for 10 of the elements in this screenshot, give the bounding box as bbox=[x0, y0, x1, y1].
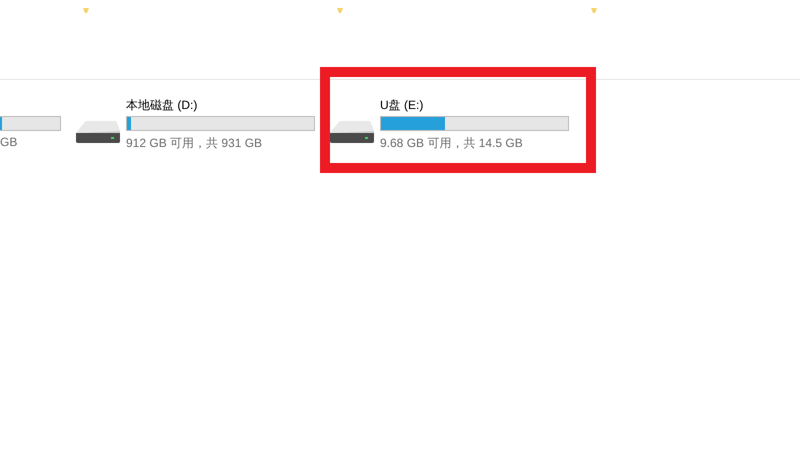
drive-name: 本地磁盘 (D:) bbox=[126, 97, 198, 114]
folder-icon[interactable] bbox=[591, 8, 597, 13]
drive-name: U盘 (E:) bbox=[380, 97, 424, 114]
drive-icon[interactable] bbox=[330, 119, 374, 145]
free-space-text: GB bbox=[0, 135, 18, 149]
folder-icon[interactable] bbox=[337, 8, 343, 13]
free-space-text: 912 GB 可用，共 931 GB bbox=[126, 135, 264, 152]
free-space-text: 9.68 GB 可用，共 14.5 GB bbox=[380, 135, 524, 152]
folder-icon[interactable] bbox=[83, 8, 89, 13]
drive-icon[interactable] bbox=[76, 119, 120, 145]
